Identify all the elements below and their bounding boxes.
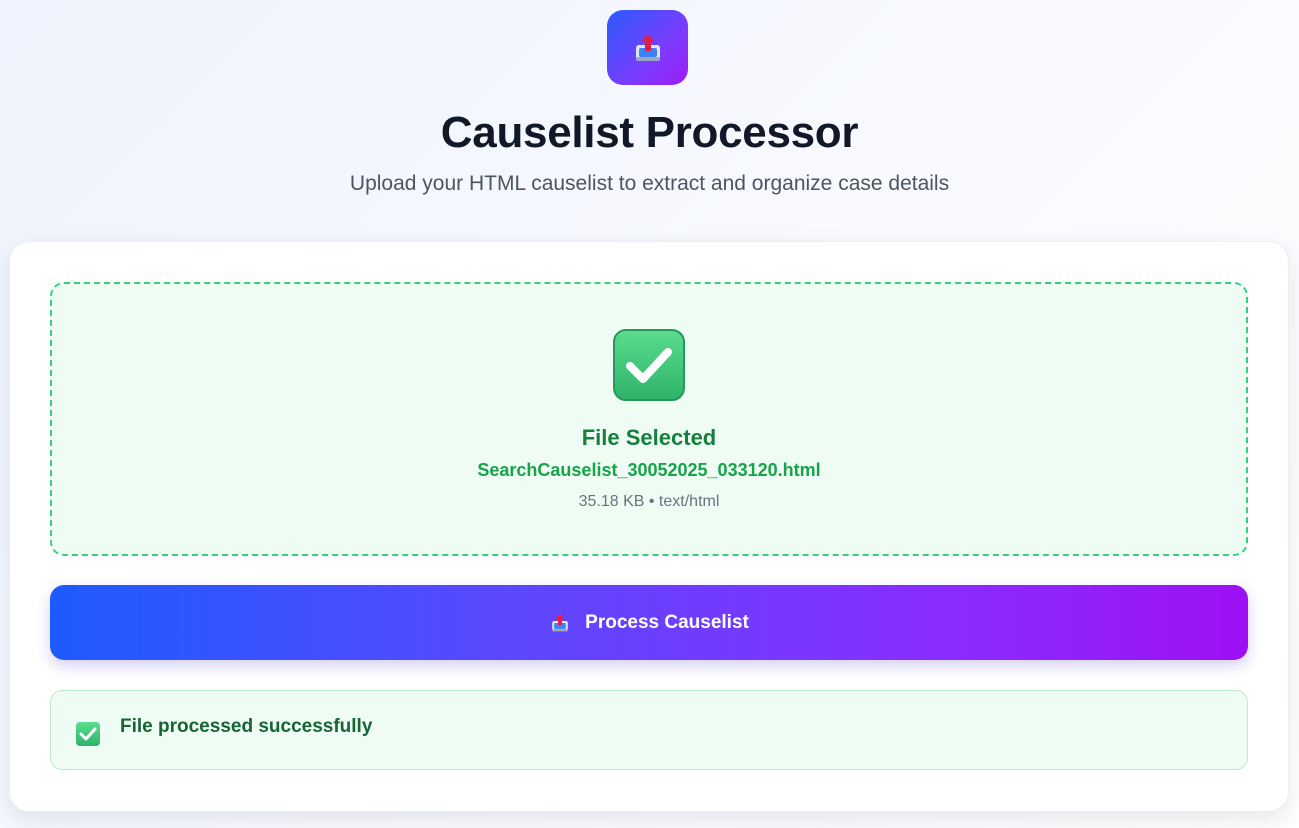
check-mark-icon: [613, 329, 685, 401]
file-dropzone[interactable]: File Selected SearchCauselist_30052025_0…: [50, 282, 1248, 556]
success-message: File processed successfully: [120, 716, 373, 737]
page-subtitle: Upload your HTML causelist to extract an…: [349, 172, 950, 195]
selected-file-name: SearchCauselist_30052025_033120.html: [477, 460, 821, 480]
file-selected-label: File Selected: [581, 425, 717, 450]
upload-tray-icon: [552, 613, 568, 631]
success-alert: File processed successfully: [50, 690, 1248, 770]
file-meta: 35.18 KB • text/html: [578, 493, 720, 510]
app-logo-icon: [607, 10, 688, 85]
page-title: Causelist Processor: [440, 108, 859, 157]
upload-card: File Selected SearchCauselist_30052025_0…: [9, 241, 1289, 812]
process-causelist-button[interactable]: Process Causelist: [50, 585, 1248, 660]
process-button-label: Process Causelist: [585, 611, 749, 633]
upload-tray-icon: [635, 33, 660, 61]
check-mark-icon: [76, 722, 100, 746]
